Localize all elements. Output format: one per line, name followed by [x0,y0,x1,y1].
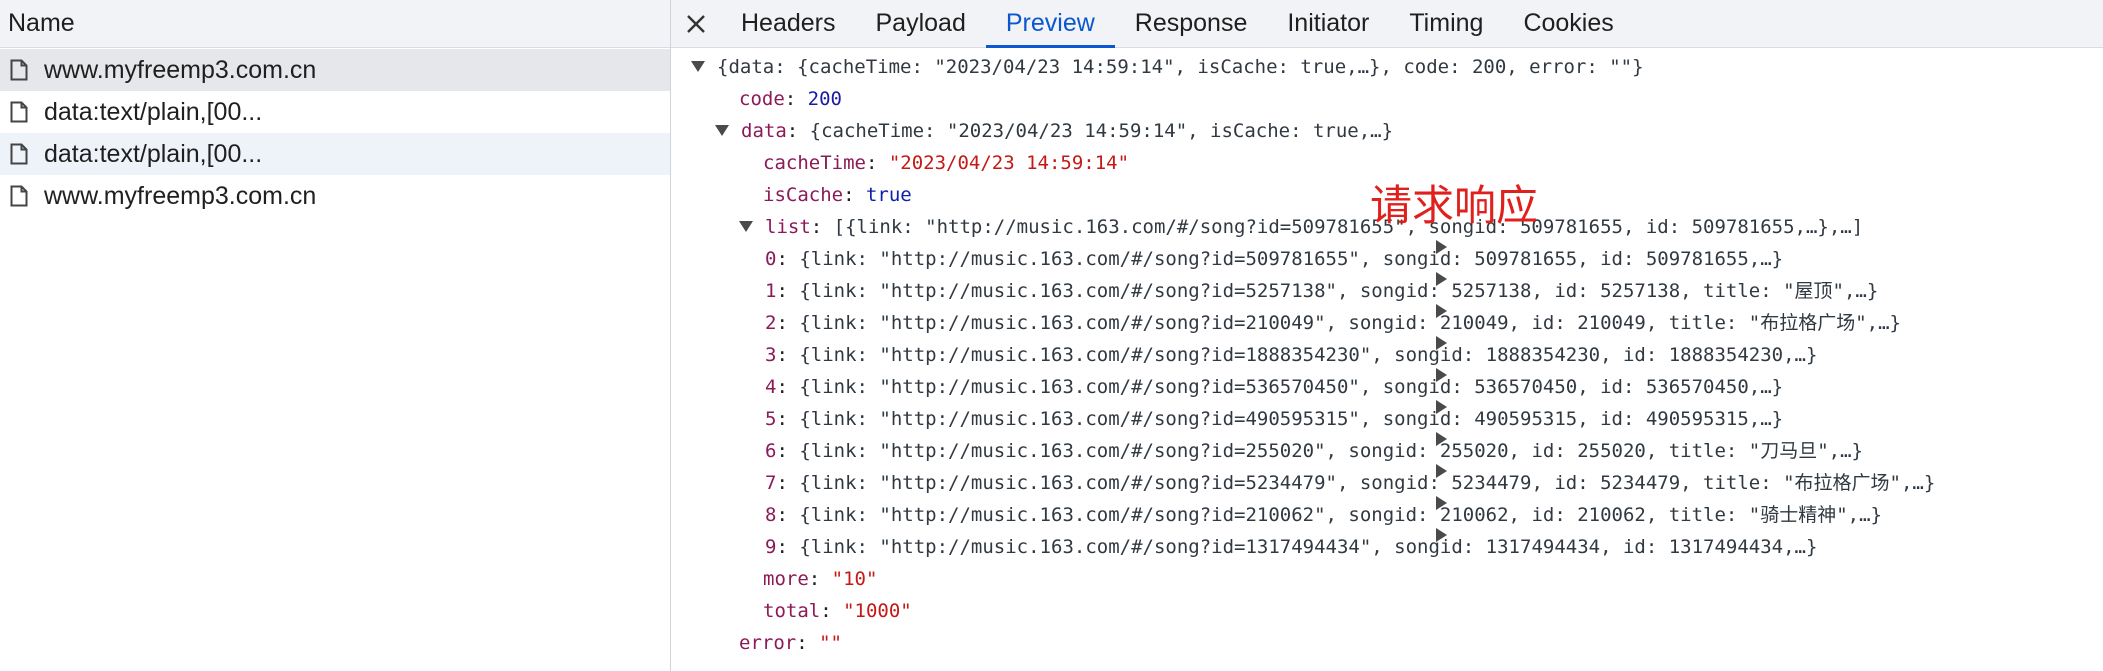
json-more-line: more: "10" [763,568,878,590]
request-list: www.myfreemp3.com.cn data:text/plain,[00… [0,49,670,217]
document-icon [10,185,28,207]
item-index: 4 [765,376,777,398]
iscache-value: true [865,184,912,206]
root-summary: {data: {cacheTime: "2023/04/23 14:59:14"… [717,56,1644,78]
item-summary: {link: "http://music.163.com/#/song?id=2… [799,312,1901,334]
list-item[interactable]: 9: {link: "http://music.163.com/#/song?i… [765,528,1818,563]
json-key: code [739,88,785,110]
error-value: "" [819,632,842,654]
code-value: 200 [807,88,842,110]
item-index: 7 [765,472,777,494]
list-item[interactable]: 1: {link: "http://music.163.com/#/song?i… [765,272,1879,307]
data-summary: {cacheTime: "2023/04/23 14:59:14", isCac… [809,120,1394,142]
item-index: 2 [765,312,777,334]
request-name: data:text/plain,[00... [44,97,263,126]
request-name: data:text/plain,[00... [44,139,263,168]
item-summary: {link: "http://music.163.com/#/song?id=5… [799,472,1936,494]
document-icon [10,59,28,81]
json-key: error [739,632,797,654]
request-row[interactable]: www.myfreemp3.com.cn [0,49,670,91]
document-icon [10,101,28,123]
collapse-triangle-icon[interactable] [1436,464,1447,478]
json-key: total [763,600,821,622]
list-item[interactable]: 7: {link: "http://music.163.com/#/song?i… [765,464,1936,499]
json-data-node[interactable]: data: {cacheTime: "2023/04/23 14:59:14",… [715,115,1393,147]
expand-triangle-icon[interactable] [715,124,729,136]
json-key: cacheTime [763,152,866,174]
details-panel: Headers Payload Preview Response Initiat… [671,0,2103,671]
collapse-triangle-icon[interactable] [1436,496,1447,510]
details-tabbar: Headers Payload Preview Response Initiat… [671,0,2103,48]
json-key: data [741,120,787,142]
document-icon [10,143,28,165]
list-item[interactable]: 6: {link: "http://music.163.com/#/song?i… [765,432,1863,467]
tab-initiator[interactable]: Initiator [1267,0,1389,47]
tab-cookies[interactable]: Cookies [1503,0,1633,47]
item-summary: {link: "http://music.163.com/#/song?id=5… [799,280,1879,302]
collapse-triangle-icon[interactable] [1436,432,1447,446]
collapse-triangle-icon[interactable] [1436,528,1447,542]
list-item[interactable]: 4: {link: "http://music.163.com/#/song?i… [765,368,1784,403]
item-index: 9 [765,536,777,558]
item-summary: {link: "http://music.163.com/#/song?id=2… [799,504,1882,526]
item-index: 6 [765,440,777,462]
json-cachetime-line: cacheTime: "2023/04/23 14:59:14" [763,152,1130,174]
item-summary: {link: "http://music.163.com/#/song?id=4… [799,408,1784,430]
json-code-line: code: 200 [739,88,842,110]
close-details-button[interactable] [671,0,721,47]
tab-timing[interactable]: Timing [1389,0,1503,47]
tab-headers[interactable]: Headers [721,0,856,47]
item-index: 1 [765,280,777,302]
tab-preview[interactable]: Preview [985,0,1115,48]
item-index: 0 [765,248,777,270]
item-summary: {link: "http://music.163.com/#/song?id=1… [799,344,1818,366]
json-iscache-line: isCache: true [763,184,912,206]
expand-triangle-icon[interactable] [691,60,705,72]
request-list-panel: Name www.myfreemp3.com.cn data:text/plai… [0,0,671,671]
request-row[interactable]: data:text/plain,[00... [0,91,670,133]
tab-payload[interactable]: Payload [856,0,986,47]
cachetime-value: "2023/04/23 14:59:14" [888,152,1130,174]
json-total-line: total: "1000" [763,600,912,622]
json-key: more [763,568,809,590]
expand-triangle-icon[interactable] [739,220,753,232]
json-list-node[interactable]: list: [{link: "http://music.163.com/#/so… [739,211,1863,243]
json-key: list [765,216,811,238]
item-summary: {link: "http://music.163.com/#/song?id=5… [799,376,1784,398]
request-row[interactable]: www.myfreemp3.com.cn [0,175,670,217]
list-item[interactable]: 3: {link: "http://music.163.com/#/song?i… [765,336,1818,371]
json-root-node[interactable]: {data: {cacheTime: "2023/04/23 14:59:14"… [691,51,1644,83]
list-item[interactable]: 8: {link: "http://music.163.com/#/song?i… [765,496,1882,531]
json-error-line: error: "" [739,632,842,654]
request-row[interactable]: data:text/plain,[00... [0,133,670,175]
item-summary: {link: "http://music.163.com/#/song?id=1… [799,536,1818,558]
item-summary: {link: "http://music.163.com/#/song?id=2… [799,440,1863,462]
collapse-triangle-icon[interactable] [1436,240,1447,254]
item-index: 5 [765,408,777,430]
list-item[interactable]: 2: {link: "http://music.163.com/#/song?i… [765,304,1901,339]
name-column-header[interactable]: Name [0,0,670,48]
collapse-triangle-icon[interactable] [1436,400,1447,414]
collapse-triangle-icon[interactable] [1436,272,1447,286]
list-item[interactable]: 5: {link: "http://music.163.com/#/song?i… [765,400,1784,435]
list-item[interactable]: 0: {link: "http://music.163.com/#/song?i… [765,240,1784,275]
annotation-label: 请求响应 [1370,181,1539,230]
item-index: 3 [765,344,777,366]
collapse-triangle-icon[interactable] [1436,304,1447,318]
request-name: www.myfreemp3.com.cn [44,181,317,210]
list-summary: [{link: "http://music.163.com/#/song?id=… [833,216,1864,238]
json-preview: {data: {cacheTime: "2023/04/23 14:59:14"… [671,49,2103,671]
collapse-triangle-icon[interactable] [1436,336,1447,350]
close-icon [687,14,705,33]
name-column-label: Name [8,9,75,37]
item-summary: {link: "http://music.163.com/#/song?id=5… [799,248,1784,270]
more-value: "10" [831,568,878,590]
tab-response[interactable]: Response [1115,0,1268,47]
item-index: 8 [765,504,777,526]
request-name: www.myfreemp3.com.cn [44,55,317,84]
total-value: "1000" [843,600,912,622]
json-key: isCache [763,184,844,206]
collapse-triangle-icon[interactable] [1436,368,1447,382]
